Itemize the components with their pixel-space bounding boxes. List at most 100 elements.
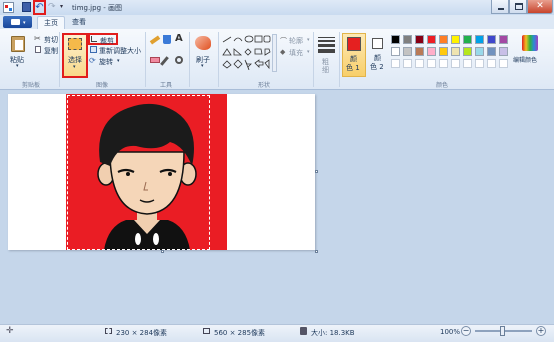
selection-handle[interactable]: [315, 250, 318, 253]
crop-label: 裁剪: [100, 37, 114, 45]
cursor-position-icon: ✛: [6, 326, 14, 336]
outline-dropdown[interactable]: ⌒ 轮廓 ▾: [280, 36, 314, 45]
clipboard-group-label: 剪贴板: [22, 82, 41, 89]
shapes-group-label: 形状: [258, 82, 271, 89]
palette-swatch[interactable]: [463, 47, 472, 56]
palette-swatch-empty[interactable]: [463, 59, 472, 68]
selection-handle[interactable]: [161, 250, 164, 253]
palette-swatch-empty[interactable]: [427, 59, 436, 68]
selection-rectangle[interactable]: [67, 95, 210, 250]
palette-swatch[interactable]: [391, 35, 400, 44]
selection-size-text: 230 × 284像素: [116, 329, 168, 337]
fill-bucket-icon[interactable]: [163, 35, 171, 44]
file-size-text: 大小: 18.3KB: [311, 329, 355, 337]
fill-dropdown[interactable]: ◆ 填充 ▾: [280, 48, 314, 57]
palette-swatch[interactable]: [391, 47, 400, 56]
palette-swatch-empty[interactable]: [475, 59, 484, 68]
palette-swatch-empty[interactable]: [439, 59, 448, 68]
size-label: 粗细: [322, 58, 329, 74]
palette-swatch[interactable]: [451, 35, 460, 44]
paste-button[interactable]: 粘贴 ▾: [8, 34, 30, 74]
edit-colors-label: 编辑颜色: [513, 57, 538, 64]
redo-icon[interactable]: ↷: [48, 2, 56, 12]
select-button[interactable]: 选择 ▾: [62, 33, 88, 78]
color2-button[interactable]: 颜 色 2: [368, 33, 388, 77]
cut-label: 剪切: [44, 36, 58, 44]
resize-button[interactable]: 重新调整大小: [89, 46, 143, 55]
brush-icon: [195, 36, 211, 50]
crop-button[interactable]: 裁剪: [88, 33, 118, 45]
gallery-scrollbar[interactable]: [272, 34, 277, 72]
zoom-in-button[interactable]: +: [536, 326, 546, 336]
minimize-button[interactable]: [491, 0, 509, 14]
select-rectangle-icon: [68, 38, 82, 50]
palette-swatch-empty[interactable]: [391, 59, 400, 68]
app-icon[interactable]: [3, 2, 14, 13]
color2-label-b: 色 2: [370, 63, 384, 71]
selection-handle[interactable]: [315, 170, 318, 173]
palette-swatch[interactable]: [487, 47, 496, 56]
close-button[interactable]: ✕: [527, 0, 553, 14]
copy-icon: [35, 46, 41, 53]
edit-colors-button[interactable]: 编辑颜色: [513, 34, 549, 74]
tab-view[interactable]: 查看: [66, 16, 92, 29]
tab-home[interactable]: 主页: [37, 16, 65, 29]
palette-swatch[interactable]: [427, 35, 436, 44]
save-icon[interactable]: [22, 2, 31, 12]
image-size-icon: [203, 328, 210, 334]
zoom-out-button[interactable]: −: [461, 326, 471, 336]
resize-label: 重新调整大小: [99, 47, 141, 55]
magnifier-icon[interactable]: [175, 56, 183, 64]
group-separator: [145, 32, 146, 87]
eraser-icon[interactable]: [150, 57, 160, 63]
fill-icon: ◆: [280, 48, 286, 56]
shapes-gallery[interactable]: [221, 35, 271, 71]
palette-swatch[interactable]: [403, 35, 412, 44]
brushes-button[interactable]: 刷子 ▾: [192, 34, 216, 74]
color1-button[interactable]: 颜 色 1: [342, 33, 366, 77]
line-width-icon: [318, 37, 335, 53]
cut-button[interactable]: ✂ 剪切: [34, 34, 60, 44]
palette-swatch[interactable]: [475, 35, 484, 44]
window-title: timg.jpg - 画图: [72, 4, 122, 12]
palette-swatch[interactable]: [415, 47, 424, 56]
palette-swatch[interactable]: [451, 47, 460, 56]
size-button[interactable]: 粗细: [316, 34, 338, 76]
color-palette[interactable]: [391, 35, 515, 71]
quick-access-dropdown-icon[interactable]: ▾: [60, 3, 63, 10]
colors-group-label: 颜色: [436, 82, 449, 89]
undo-button[interactable]: ↶: [33, 0, 46, 15]
text-icon[interactable]: A: [175, 33, 183, 44]
palette-swatch-empty[interactable]: [415, 59, 424, 68]
status-bar: [0, 324, 554, 342]
palette-swatch-empty[interactable]: [499, 59, 508, 68]
copy-button[interactable]: 复制: [34, 46, 60, 55]
selection-size-icon: [105, 328, 112, 334]
palette-swatch[interactable]: [415, 35, 424, 44]
palette-swatch[interactable]: [439, 47, 448, 56]
rotate-label: 旋转: [99, 58, 113, 66]
image-size-text: 560 × 285像素: [214, 329, 266, 337]
palette-swatch[interactable]: [463, 35, 472, 44]
fill-label: 填充: [289, 49, 303, 57]
palette-swatch[interactable]: [439, 35, 448, 44]
group-separator: [189, 32, 190, 87]
rotate-button[interactable]: ⟳ 旋转 ▾: [89, 56, 123, 66]
paint-menu-button[interactable]: ▾: [3, 16, 32, 28]
palette-swatch-empty[interactable]: [403, 59, 412, 68]
image-group-label: 图像: [96, 82, 109, 89]
color2-swatch: [372, 38, 383, 49]
palette-swatch[interactable]: [499, 35, 508, 44]
palette-swatch-empty[interactable]: [487, 59, 496, 68]
palette-swatch[interactable]: [487, 35, 496, 44]
palette-swatch[interactable]: [475, 47, 484, 56]
palette-swatch[interactable]: [403, 47, 412, 56]
close-icon: ✕: [536, 1, 544, 11]
group-separator: [59, 32, 60, 87]
palette-swatch-empty[interactable]: [451, 59, 460, 68]
palette-swatch[interactable]: [427, 47, 436, 56]
palette-swatch[interactable]: [499, 47, 508, 56]
disk-icon: [300, 327, 307, 335]
maximize-button[interactable]: [509, 0, 527, 14]
zoom-slider-thumb[interactable]: [500, 326, 505, 336]
